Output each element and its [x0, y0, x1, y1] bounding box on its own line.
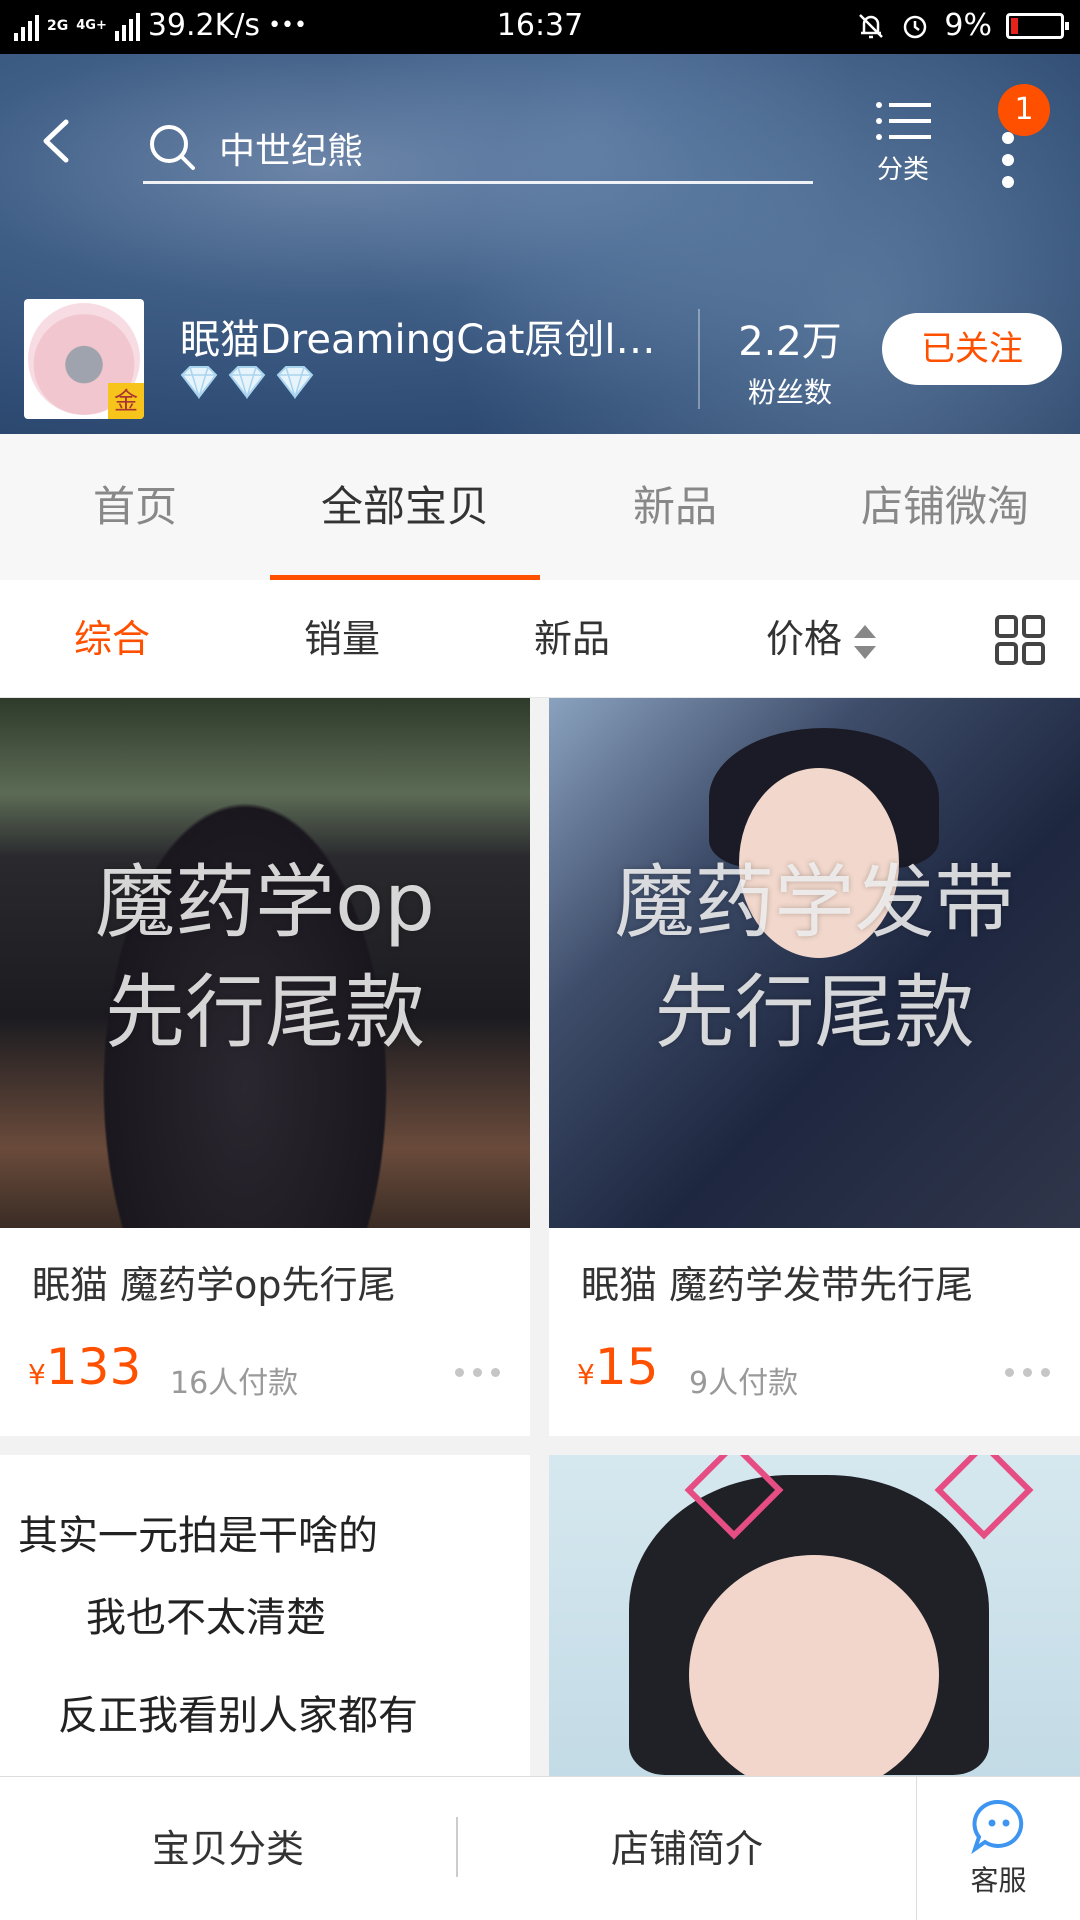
product-image-text: 魔药学发带 先行尾款 [614, 856, 1015, 1059]
sort-bar: 综合 销量 新品 价格 [0, 580, 1080, 698]
chat-bubble-icon [970, 1799, 1023, 1855]
tab-new[interactable]: 新品 [540, 434, 810, 580]
tab-weitao[interactable]: 店铺微淘 [810, 434, 1080, 580]
sort-price-label: 价格 [766, 617, 843, 661]
search-input[interactable]: 中世纪熊 [219, 122, 363, 174]
fans-count: 2.2万 粉丝数 [720, 309, 860, 411]
fans-label: 粉丝数 [747, 376, 832, 409]
product-price: ¥15 [577, 1338, 659, 1396]
customer-service-label: 客服 [970, 1864, 1027, 1897]
more-options-icon[interactable] [455, 1368, 500, 1377]
product-image-text: 魔药学op 先行尾款 [95, 856, 435, 1059]
product-card[interactable]: 魔药学op 先行尾款 眠猫 魔药学op先行尾 ¥133 16人付款 [0, 698, 530, 1436]
product-paid-count: 16人付款 [170, 1366, 299, 1401]
shop-name[interactable]: 眠猫DreamingCat原创lolita [180, 307, 680, 365]
product-card[interactable]: 魔药学发带 先行尾款 眠猫 魔药学发带先行尾 ¥15 9人付款 [549, 698, 1080, 1436]
bottom-bar: 宝贝分类 店铺简介 客服 [0, 1776, 1080, 1920]
product-image: 魔药学发带 先行尾款 [549, 698, 1080, 1228]
shop-header: 中世纪熊 分类 1 金 眠猫DreamingCat原创lolita 2.2万 粉… [0, 54, 1080, 434]
diamond-icon [228, 366, 266, 399]
product-paid-count: 9人付款 [689, 1366, 799, 1401]
mute-bell-icon [859, 13, 884, 38]
product-card[interactable] [549, 1455, 1080, 1776]
product-image: 魔药学op 先行尾款 [0, 698, 530, 1228]
fans-number: 2.2万 [738, 319, 842, 365]
sort-arrows-icon [854, 623, 877, 661]
shop-info: 金 眠猫DreamingCat原创lolita 2.2万 粉丝数 已关注 [0, 299, 1080, 434]
product-title: 眠猫 魔药学发带先行尾 [581, 1263, 974, 1307]
sort-comprehensive[interactable]: 综合 [74, 580, 150, 698]
gold-seller-badge: 金 [108, 383, 144, 419]
product-title: 眠猫 魔药学op先行尾 [32, 1263, 396, 1307]
tab-all-items[interactable]: 全部宝贝 [270, 434, 540, 580]
product-image-text: 我也不太清楚 [86, 1595, 326, 1641]
back-arrow-icon[interactable] [34, 116, 84, 166]
battery-icon [1006, 12, 1069, 39]
list-menu-icon [876, 102, 931, 140]
product-price: ¥133 [28, 1338, 142, 1396]
alarm-icon [904, 15, 927, 38]
product-image-text: 其实一元拍是干啥的 [18, 1513, 378, 1559]
shop-tabs: 首页 全部宝贝 新品 店铺微淘 [0, 434, 1080, 580]
category-label: 分类 [876, 155, 929, 185]
battery-percent: 9% [944, 8, 992, 43]
search-icon [150, 124, 195, 170]
sort-price[interactable]: 价格 [766, 580, 877, 698]
follow-button[interactable]: 已关注 [882, 313, 1062, 385]
status-bar: 2G 4G+ 39.2K/s ••• 16:37 9% [0, 0, 1080, 54]
search-bar[interactable]: 中世纪熊 [143, 114, 813, 184]
diamond-icon [276, 366, 314, 399]
product-card[interactable]: 其实一元拍是干啥的 我也不太清楚 反正我看别人家都有 [0, 1455, 530, 1776]
grid-view-icon[interactable] [994, 614, 1046, 666]
customer-service-button[interactable]: 客服 [916, 1777, 1080, 1920]
more-menu-icon[interactable] [996, 132, 1020, 222]
diamond-icon [180, 366, 218, 399]
item-category-button[interactable]: 宝贝分类 [0, 1777, 456, 1920]
product-image-text: 反正我看别人家都有 [58, 1693, 418, 1739]
sort-new[interactable]: 新品 [534, 580, 610, 698]
tab-home[interactable]: 首页 [0, 434, 270, 580]
shop-rating [180, 365, 314, 399]
shop-logo[interactable]: 金 [24, 299, 144, 419]
more-options-icon[interactable] [1005, 1368, 1050, 1377]
sort-sales[interactable]: 销量 [304, 580, 380, 698]
divider [698, 309, 700, 409]
category-button[interactable]: 分类 [860, 99, 946, 186]
notification-badge: 1 [998, 84, 1050, 136]
shop-intro-button[interactable]: 店铺简介 [458, 1777, 916, 1920]
